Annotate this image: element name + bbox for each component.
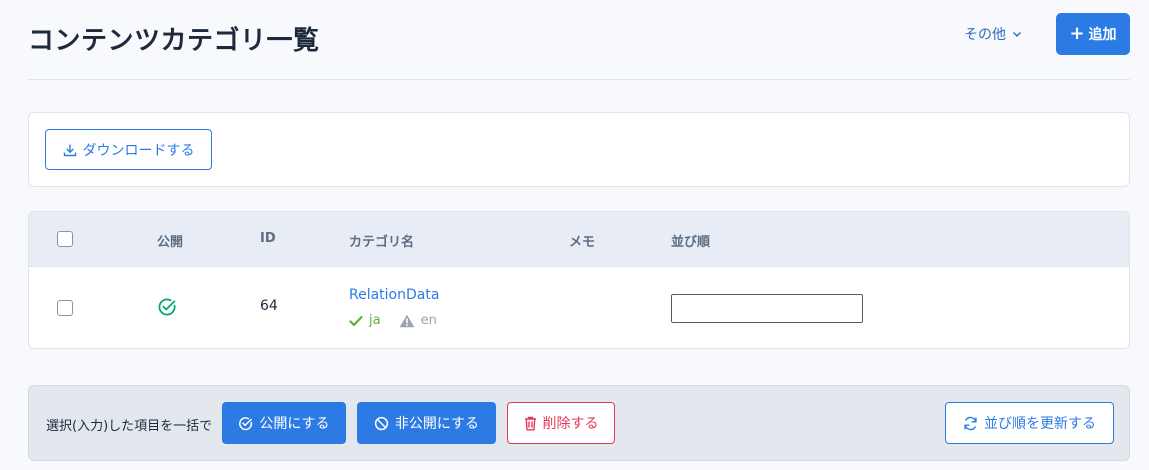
published-check-icon — [157, 297, 177, 317]
column-header-category-name: カテゴリ名 — [349, 235, 415, 250]
page-header: コンテンツカテゴリ一覧 その他 + 追加 — [28, 0, 1130, 80]
download-panel: ダウンロードする — [28, 112, 1130, 187]
delete-button[interactable]: 削除する — [507, 402, 615, 444]
column-header-published: 公開 — [157, 235, 184, 250]
plus-icon: + — [1069, 23, 1085, 44]
table-row: 64 RelationData ja en — [29, 267, 1129, 348]
delete-button-label: 削除する — [542, 416, 599, 432]
lang-en-label: en — [420, 313, 437, 328]
category-table: 公開 ID カテゴリ名 メモ 並び順 64 RelationData ja en — [28, 211, 1130, 349]
update-order-button-label: 並び順を更新する — [984, 416, 1096, 432]
bulk-action-bar: 選択(入力)した項目を一括で 公開にする 非公開にする 削除する 並び順を更新す… — [28, 385, 1130, 461]
category-id: 64 — [260, 298, 278, 314]
download-button-label: ダウンロードする — [82, 142, 195, 159]
unpublish-button-label: 非公開にする — [394, 416, 480, 432]
order-input[interactable] — [671, 294, 863, 323]
category-name-link[interactable]: RelationData — [349, 287, 439, 303]
publish-button-label: 公開にする — [259, 416, 330, 432]
lang-ja-label: ja — [369, 313, 381, 328]
other-menu-dropdown[interactable]: その他 — [964, 22, 1022, 46]
row-checkbox[interactable] — [57, 300, 73, 316]
add-button[interactable]: + 追加 — [1056, 13, 1130, 55]
other-menu-label: その他 — [964, 27, 1006, 43]
column-header-order: 並び順 — [671, 235, 711, 250]
publish-button[interactable]: 公開にする — [222, 402, 346, 444]
check-icon — [349, 315, 363, 327]
check-circle-icon — [238, 416, 253, 431]
trash-icon — [524, 416, 537, 431]
bulk-action-label: 選択(入力)した項目を一括で — [46, 419, 213, 434]
add-button-label: 追加 — [1088, 27, 1117, 43]
ban-icon — [374, 416, 389, 431]
page-title: コンテンツカテゴリ一覧 — [28, 26, 320, 56]
download-button[interactable]: ダウンロードする — [45, 129, 212, 170]
warning-icon — [399, 314, 415, 328]
select-all-checkbox[interactable] — [57, 231, 73, 247]
download-icon — [63, 143, 77, 157]
column-header-id: ID — [260, 231, 276, 246]
update-order-button[interactable]: 並び順を更新する — [945, 402, 1114, 444]
language-status: ja en — [349, 313, 437, 328]
chevron-down-icon — [1012, 29, 1022, 39]
refresh-icon — [963, 416, 978, 431]
table-header: 公開 ID カテゴリ名 メモ 並び順 — [29, 212, 1129, 267]
unpublish-button[interactable]: 非公開にする — [357, 402, 496, 444]
column-header-memo: メモ — [569, 235, 596, 250]
